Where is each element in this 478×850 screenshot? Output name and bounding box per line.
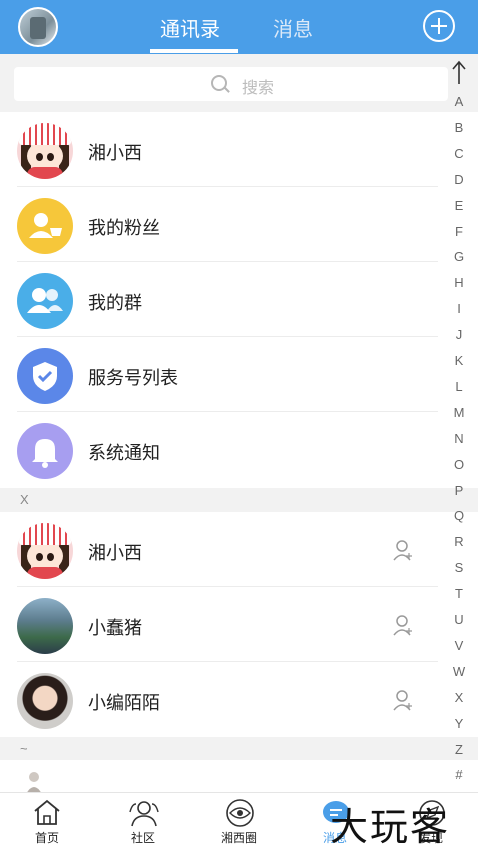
index-letter[interactable]: I [447,301,471,316]
search-icon [211,75,227,91]
add-button[interactable] [423,10,455,42]
contact-name: 湘小西 [88,543,142,563]
active-tab-indicator [150,49,238,53]
shield-check-icon [17,348,73,404]
index-letter[interactable]: J [447,327,471,342]
add-friend-icon[interactable] [393,539,415,561]
photo-avatar [17,673,73,729]
contact-row[interactable]: 小编陌陌 [0,662,478,737]
community-icon [129,801,159,827]
index-letter[interactable]: O [447,457,471,472]
index-letter[interactable]: V [447,638,471,653]
list-item-xiangxiaoxi[interactable]: 湘小西 [0,112,478,187]
index-letter[interactable]: R [447,534,471,549]
list-item-fans[interactable]: 我的粉丝 [0,187,478,262]
index-letter[interactable]: F [447,224,471,239]
search-placeholder: 搜索 [242,80,275,97]
tab-contacts[interactable]: 通讯录 [160,13,220,42]
index-letter[interactable]: Y [447,716,471,731]
photo-avatar [26,772,42,794]
index-letter[interactable]: E [447,198,471,213]
section-header: ~ [0,737,478,761]
fans-icon [17,198,73,254]
list-item[interactable] [0,760,478,795]
item-label: 我的粉丝 [88,218,160,238]
index-letter[interactable]: P [447,483,471,498]
contacts-list: 湘小西 小蠢猪 小编陌陌 [0,512,478,737]
index-letter[interactable]: A [447,94,471,109]
list-item-service-accounts[interactable]: 服务号列表 [0,337,478,412]
index-letter[interactable]: M [447,405,471,420]
index-letter[interactable]: S [447,560,471,575]
index-letter[interactable]: L [447,379,471,394]
index-letter[interactable]: G [447,249,471,264]
eye-circle-icon [226,799,254,827]
index-letter[interactable]: U [447,612,471,627]
search-area: 搜索 [0,54,478,112]
group-icon [17,273,73,329]
index-letter[interactable]: T [447,586,471,601]
contact-name: 小蠢猪 [88,618,142,638]
list-item-system-notice[interactable]: 系统通知 [0,412,478,487]
index-letter[interactable]: Z [447,742,471,757]
contact-row[interactable]: 小蠢猪 [0,587,478,662]
index-letter[interactable]: Q [447,508,471,523]
cartoon-avatar [17,123,73,179]
section-header: X [0,488,478,512]
contact-row[interactable]: 湘小西 [0,512,478,587]
index-letter[interactable]: H [447,275,471,290]
index-letter[interactable]: # [447,767,471,782]
add-friend-icon[interactable] [393,689,415,711]
index-letter[interactable]: X [447,690,471,705]
index-letter[interactable]: N [447,431,471,446]
user-avatar[interactable] [18,7,58,47]
nav-community[interactable]: 社区 [103,793,183,850]
add-friend-icon[interactable] [393,614,415,636]
watermark: 大玩客 [330,805,451,849]
nav-home[interactable]: 首页 [7,793,87,850]
home-icon [34,799,60,825]
nav-xiangxi-circle[interactable]: 湘西圈 [199,793,279,850]
item-label: 服务号列表 [88,368,178,388]
top-bar: 通讯录 消息 [0,0,478,54]
item-label: 我的群 [88,293,142,313]
index-letter[interactable]: K [447,353,471,368]
index-letter[interactable]: W [447,664,471,679]
contact-name: 小编陌陌 [88,693,160,713]
bell-icon [17,423,73,479]
cartoon-avatar [17,523,73,579]
tab-messages[interactable]: 消息 [273,13,313,42]
top-items-list: 湘小西 我的粉丝 我的群 服务号列表 系统通知 [0,112,478,488]
index-letter[interactable]: B [447,120,471,135]
search-input[interactable]: 搜索 [14,67,448,101]
index-letter[interactable]: C [447,146,471,161]
item-label: 系统通知 [88,443,160,463]
item-label: 湘小西 [88,143,142,163]
photo-avatar [17,598,73,654]
index-letter[interactable]: D [447,172,471,187]
scroll-top-arrow-icon[interactable] [451,60,467,84]
list-item-groups[interactable]: 我的群 [0,262,478,337]
